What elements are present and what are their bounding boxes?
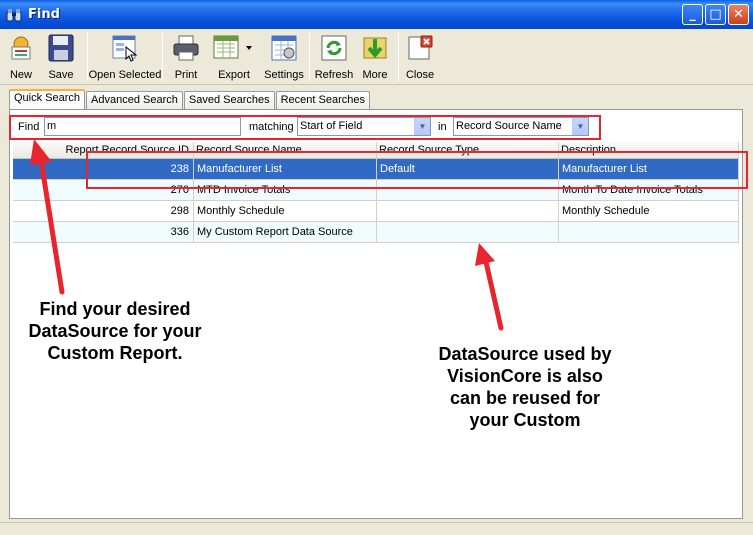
arrow-left-shaft — [38, 157, 65, 295]
note-line: can be reused for — [449, 388, 601, 408]
annotation-arrows — [30, 139, 504, 331]
note-line: VisionCore is also — [447, 366, 603, 386]
arrow-right-shaft — [483, 259, 504, 331]
annotation-note-left: Find your desired DataSource for your Cu… — [10, 298, 220, 364]
status-bar — [0, 522, 753, 535]
note-line: Find your desired — [39, 299, 191, 319]
note-line: DataSource for your — [28, 321, 202, 341]
arrow-left-head — [30, 139, 52, 165]
arrow-right-head — [475, 243, 495, 266]
annotation-note-right: DataSource used by VisionCore is also ca… — [410, 343, 640, 431]
note-line: your Custom — [469, 410, 581, 430]
note-line: Custom Report. — [47, 343, 183, 363]
note-line: DataSource used by — [438, 344, 612, 364]
